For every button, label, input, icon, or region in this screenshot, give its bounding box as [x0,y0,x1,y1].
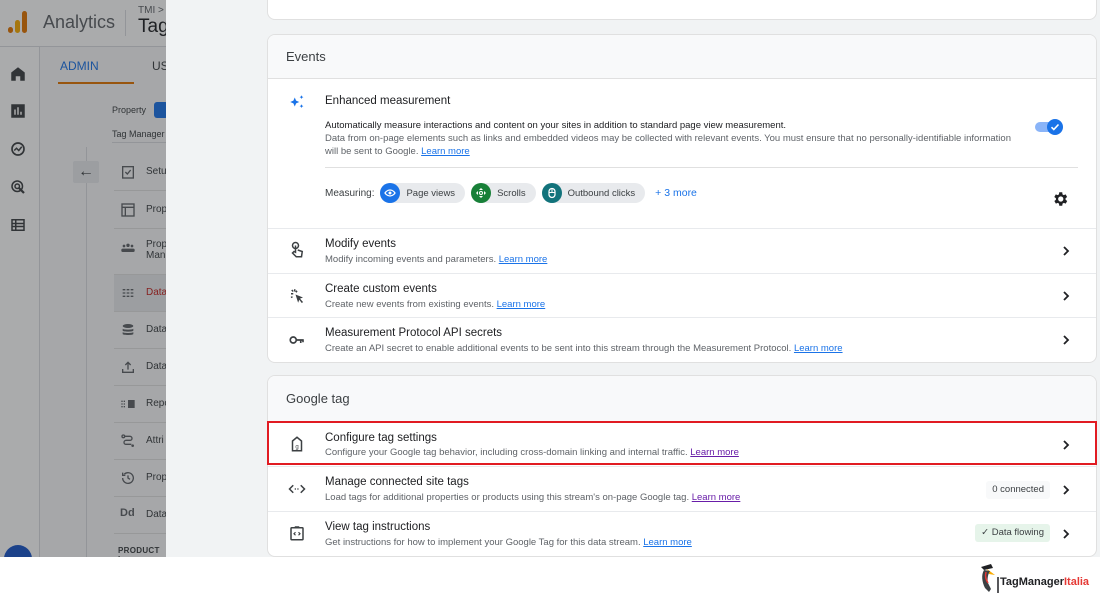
data-flowing-badge: ✓ Data flowing [975,524,1050,542]
brand-name-part2: Italia [1063,576,1090,588]
events-card: Events Enhanced measurement Automaticall… [267,34,1097,363]
footer-area [0,557,1100,601]
mouse-icon [541,183,562,203]
tagmanageritalia-logo: TagManagerItalia [978,563,1098,595]
learn-more-link[interactable]: Learn more [643,537,692,548]
key-icon [289,336,304,344]
manage-connected-site-tags-row[interactable]: Manage connected site tags Load tags for… [268,467,1096,512]
row-title: Create custom events [325,283,437,295]
measuring-label: Measuring: [325,187,375,199]
stream-details-panel: Events Enhanced measurement Automaticall… [166,0,1100,557]
stream-info-card [267,0,1097,20]
chevron-right-icon[interactable] [1060,334,1072,346]
chevron-right-icon[interactable] [1060,528,1072,540]
learn-more-link[interactable]: Learn more [690,447,739,458]
divider [325,167,1078,168]
row-title: Manage connected site tags [325,476,469,488]
description-text: Create new events from existing events. [325,299,494,310]
chip-scrolls[interactable]: Scrolls [471,183,536,203]
modify-events-row[interactable]: Modify events Modify incoming events and… [268,229,1096,274]
row-description: Configure your Google tag behavior, incl… [325,447,739,458]
configure-tag-settings-row[interactable]: g Configure tag settings Configure your … [268,422,1096,467]
learn-more-link[interactable]: Learn more [497,299,546,310]
enhanced-measurement-section: Enhanced measurement Automatically measu… [268,79,1096,229]
chip-label: Outbound clicks [567,187,636,199]
description-text: Load tags for additional properties or p… [325,492,690,503]
connected-count-badge: 0 connected [986,481,1050,499]
tag-settings-icon: g [291,436,303,452]
learn-more-link[interactable]: Learn more [499,254,548,265]
description-text: Configure your Google tag behavior, incl… [325,447,688,458]
events-heading: Events [268,35,1096,79]
scroll-icon [471,183,492,203]
brand-name: TagManagerItalia [1000,576,1089,588]
sparkle-icon [290,95,304,108]
learn-more-link[interactable]: Learn more [794,343,843,354]
row-description: Modify incoming events and parameters. L… [325,254,547,265]
row-description: Load tags for additional properties or p… [325,492,740,503]
learn-more-link[interactable]: Learn more [692,492,741,503]
row-title: View tag instructions [325,521,431,533]
chip-outbound-clicks[interactable]: Outbound clicks [541,183,646,203]
row-description: Get instructions for how to implement yo… [325,537,692,548]
enhanced-measurement-description: Automatically measure interactions and c… [325,119,1025,158]
enhanced-measurement-title: Enhanced measurement [325,95,451,107]
description-line: Automatically measure interactions and c… [325,120,787,131]
row-description: Create new events from existing events. … [325,299,545,310]
gear-icon[interactable] [1051,190,1069,208]
chip-label: Page views [406,187,456,199]
chevron-right-icon[interactable] [1060,245,1072,257]
google-tag-card: Google tag g Configure tag settings Conf… [267,375,1097,557]
modal-scrim[interactable] [0,0,166,557]
check-icon [1050,123,1060,131]
tag-instructions-icon [290,526,304,541]
measuring-list: Measuring: Page views Scrolls Outbound c… [325,183,697,203]
svg-text:g: g [295,445,298,451]
row-description: Create an API secret to enable additiona… [325,343,843,354]
woodpecker-mascot-icon [981,564,999,593]
row-title: Modify events [325,238,396,250]
chip-page-views[interactable]: Page views [380,183,466,203]
enhanced-measurement-toggle[interactable] [1033,119,1063,135]
chip-label: Scrolls [497,187,526,199]
google-tag-heading: Google tag [268,376,1096,422]
chevron-right-icon[interactable] [1060,290,1072,302]
row-title: Measurement Protocol API secrets [325,327,503,339]
brand-name-part1: TagManager [1000,576,1064,588]
eye-icon [380,183,401,203]
code-arrows-icon [288,484,306,494]
create-custom-events-row[interactable]: Create custom events Create new events f… [268,274,1096,318]
description-text: Create an API secret to enable additiona… [325,343,792,354]
description-text: Modify incoming events and parameters. [325,254,497,265]
toggle-knob [1047,119,1063,135]
screen: Analytics TMI > Tag ADMIN US Property Ta… [0,0,1100,557]
chevron-right-icon[interactable] [1060,484,1072,496]
learn-more-link[interactable]: Learn more [421,146,470,157]
touch-icon [291,241,304,258]
more-measurements-link[interactable]: + 3 more [655,187,697,199]
background-admin: Analytics TMI > Tag ADMIN US Property Ta… [0,0,166,557]
row-title: Configure tag settings [325,432,437,444]
cursor-click-icon [290,289,303,304]
measurement-protocol-row[interactable]: Measurement Protocol API secrets Create … [268,318,1096,362]
chevron-right-icon[interactable] [1060,439,1072,451]
description-text: Get instructions for how to implement yo… [325,537,641,548]
view-tag-instructions-row[interactable]: View tag instructions Get instructions f… [268,512,1096,556]
